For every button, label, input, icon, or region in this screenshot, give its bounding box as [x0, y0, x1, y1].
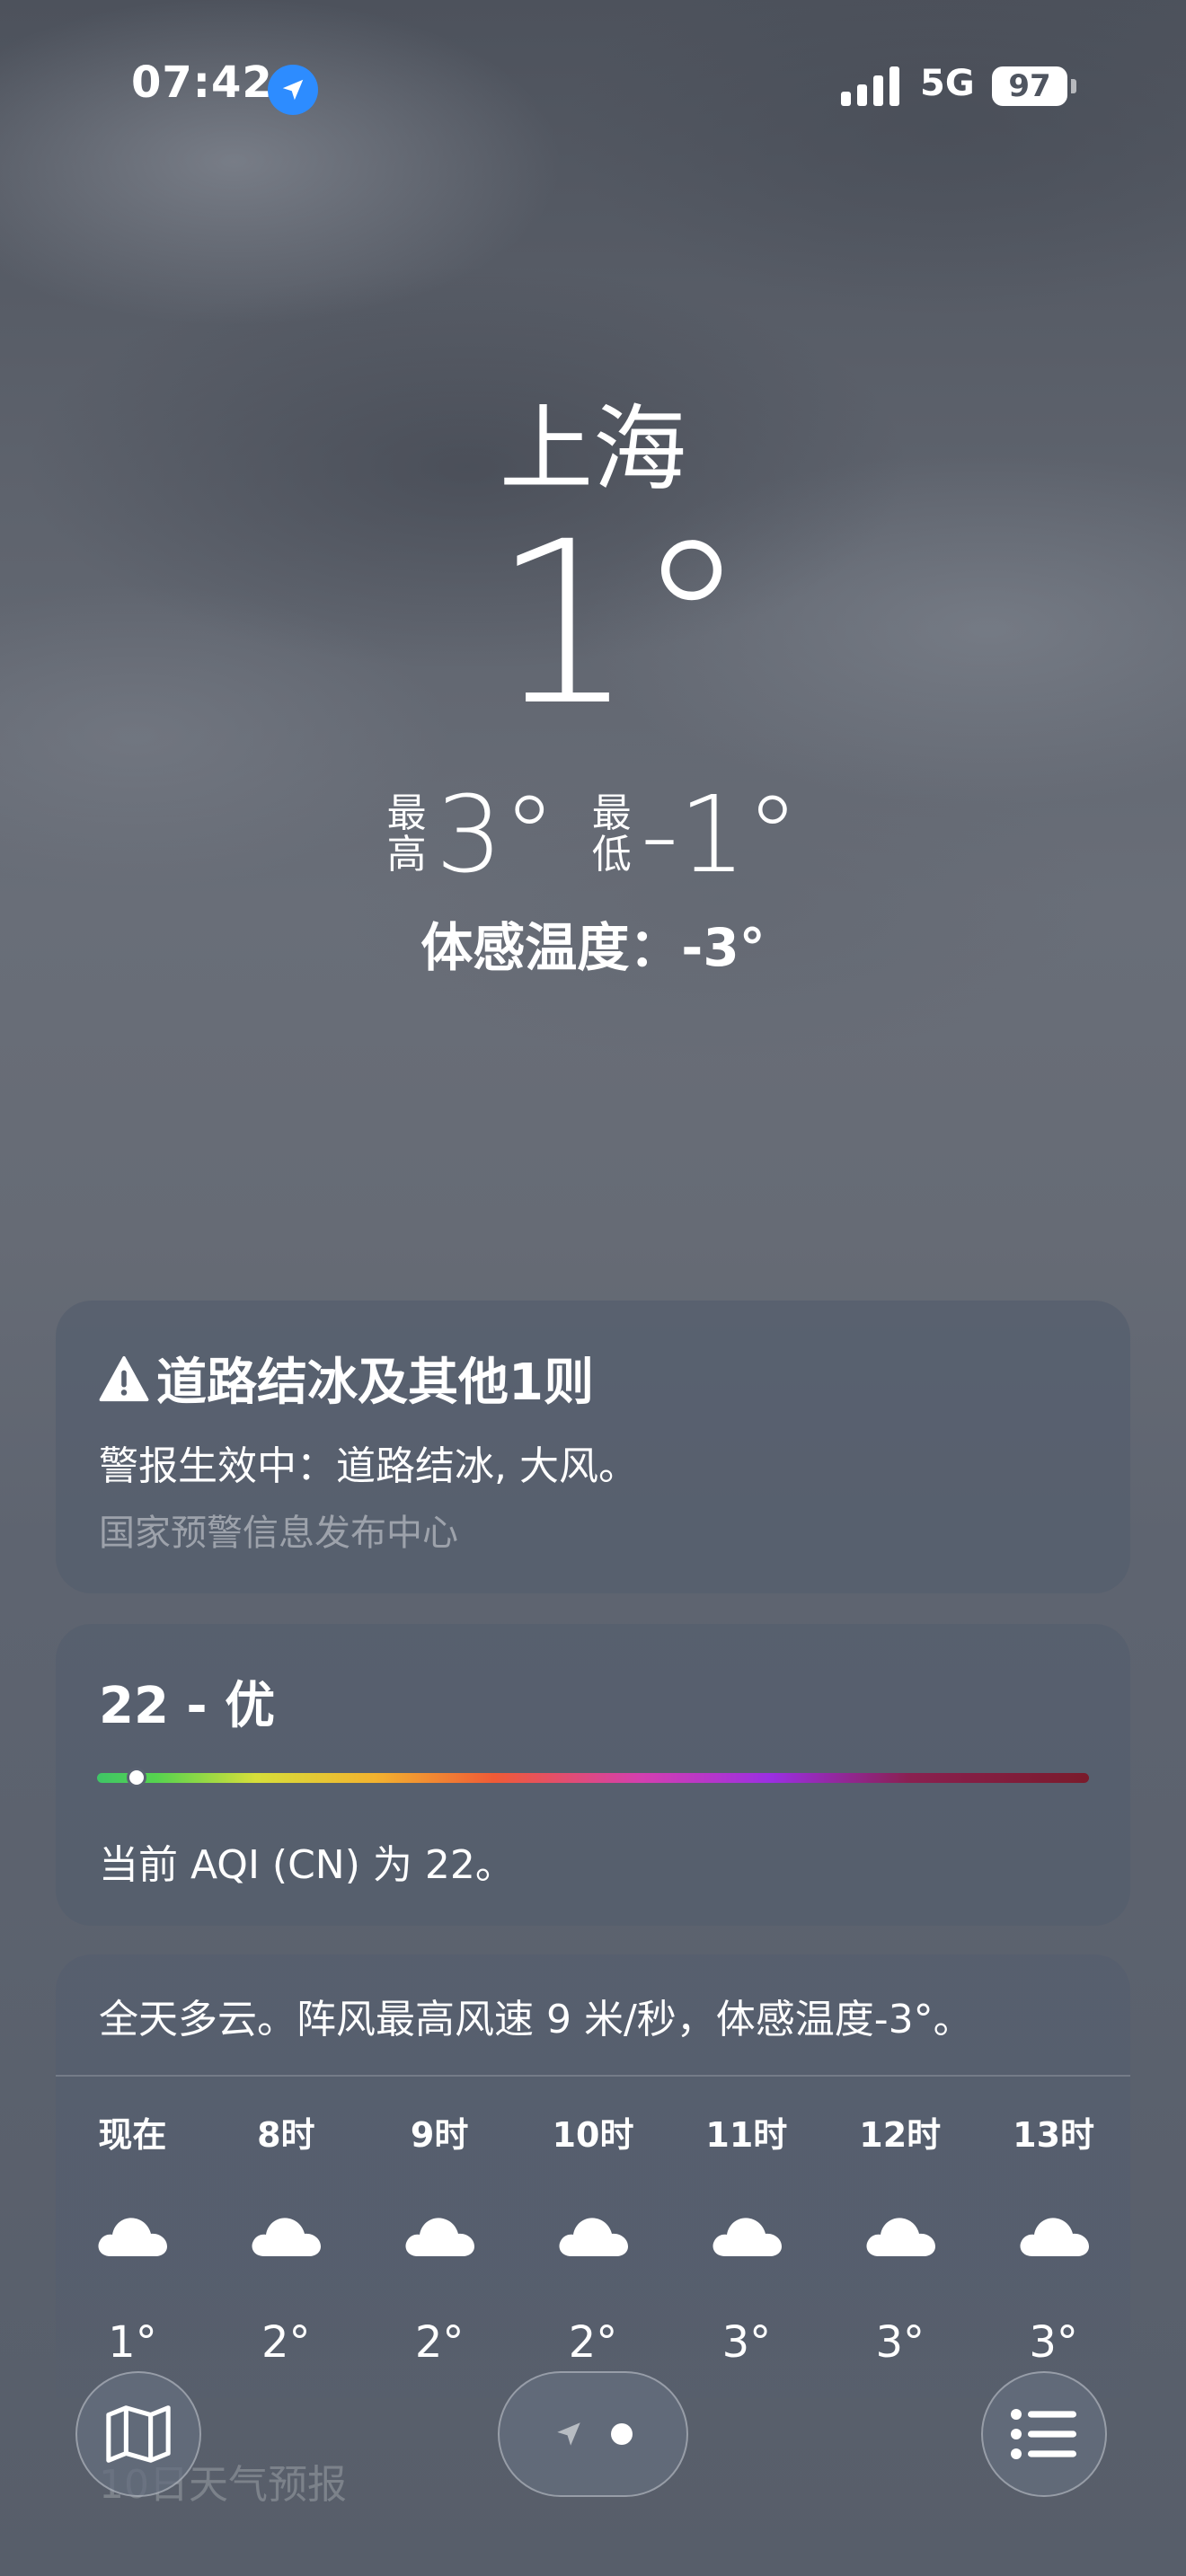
page-dot-active — [611, 2423, 633, 2445]
hour-label: 13时 — [1013, 2115, 1095, 2155]
aqi-card[interactable]: 22 - 优 当前 AQI (CN) 为 22。 — [56, 1624, 1130, 1926]
hour-temperature: 3° — [1029, 2317, 1078, 2368]
hour-item: 8时 2° — [209, 2107, 363, 2368]
status-time: 07:42 — [131, 57, 273, 108]
map-button[interactable] — [75, 2371, 201, 2497]
hour-label: 11时 — [705, 2115, 788, 2155]
hourly-list[interactable]: 现在 1° 8时 2° 9时 2° 10时 2° 11时 3° 12时 3° 1… — [56, 2107, 1130, 2368]
alert-body: 警报生效中：道路结冰, 大风。 — [99, 1443, 638, 1489]
list-icon — [1011, 2409, 1076, 2459]
cloud-icon — [559, 2218, 628, 2256]
high-temperature: 3° — [435, 772, 556, 896]
alert-card[interactable]: 道路结冰及其他1则 警报生效中：道路结冰, 大风。 国家预警信息发布中心 — [56, 1301, 1130, 1593]
aqi-value: 22 - 优 — [99, 1677, 276, 1735]
aqi-description: 当前 AQI (CN) 为 22。 — [99, 1842, 515, 1888]
alert-title: 道路结冰及其他1则 — [156, 1354, 594, 1412]
feels-like: 体感温度：-3° — [420, 917, 766, 978]
page-indicator[interactable] — [498, 2371, 688, 2497]
map-icon — [106, 2405, 171, 2463]
hour-item: 11时 3° — [669, 2107, 823, 2368]
current-temperature: 1° — [491, 493, 748, 754]
hour-item: 10时 2° — [517, 2107, 670, 2368]
battery-level: 97 — [992, 66, 1067, 106]
hour-temperature: 3° — [875, 2317, 925, 2368]
hour-temperature: 1° — [108, 2317, 157, 2368]
location-arrow-icon — [268, 65, 318, 115]
hour-temperature: 2° — [568, 2317, 618, 2368]
cloud-icon — [1020, 2218, 1089, 2256]
warning-icon — [99, 1355, 149, 1401]
hour-label: 9时 — [410, 2115, 469, 2155]
battery-nub — [1071, 79, 1076, 93]
hour-temperature: 2° — [261, 2317, 311, 2368]
high-label: 最 高 — [386, 790, 427, 878]
hour-label: 12时 — [859, 2115, 942, 2155]
city-name: 上海 — [499, 394, 686, 504]
cloud-icon — [866, 2218, 935, 2256]
hour-label: 现在 — [98, 2115, 167, 2155]
alert-source: 国家预警信息发布中心 — [99, 1513, 458, 1554]
hour-item: 9时 2° — [363, 2107, 517, 2368]
low-label: 最 低 — [591, 790, 632, 878]
cloud-icon — [712, 2218, 782, 2256]
city-list-button[interactable] — [981, 2371, 1107, 2497]
hour-temperature: 3° — [721, 2317, 772, 2368]
cloud-icon — [98, 2218, 168, 2256]
hour-label: 10时 — [552, 2115, 634, 2155]
hour-label: 8时 — [257, 2115, 315, 2155]
cloud-icon — [252, 2218, 322, 2256]
location-arrow-icon — [557, 2422, 580, 2446]
hour-item: 13时 3° — [977, 2107, 1130, 2368]
divider — [56, 2075, 1130, 2077]
hour-item: 现在 1° — [56, 2107, 209, 2368]
signal-bars-icon — [841, 66, 900, 106]
network-type: 5G — [920, 63, 975, 104]
alert-title-row: 道路结冰及其他1则 — [99, 1342, 594, 1415]
hourly-summary: 全天多云。阵风最高风速 9 米/秒，体感温度-3°。 — [99, 1997, 973, 2042]
hour-item: 12时 3° — [823, 2107, 977, 2368]
aqi-scale-bar — [97, 1773, 1089, 1783]
low-temperature: -1° — [640, 772, 800, 896]
aqi-indicator — [127, 1768, 147, 1787]
cloud-icon — [405, 2218, 475, 2256]
hour-temperature: 2° — [414, 2317, 465, 2368]
hourly-forecast-card[interactable]: 全天多云。阵风最高风速 9 米/秒，体感温度-3°。 现在 1° 8时 2° 9… — [56, 1954, 1130, 2398]
low-temperature-group: 最 低 -1° — [592, 781, 800, 887]
high-temperature-group: 最 高 3° — [387, 781, 556, 887]
high-low: 最 高 3° 最 低 -1° — [0, 781, 1186, 887]
